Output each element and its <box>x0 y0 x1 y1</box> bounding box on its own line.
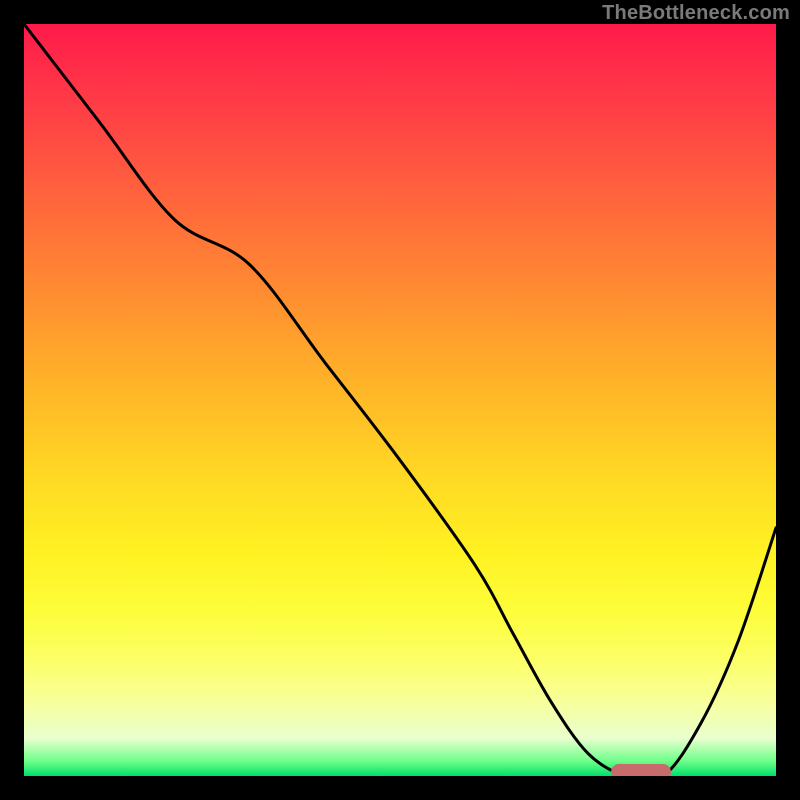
plot-area <box>24 24 776 776</box>
bottleneck-curve <box>24 24 776 776</box>
chart-frame: TheBottleneck.com <box>0 0 800 800</box>
curve-path <box>24 24 776 776</box>
watermark-text: TheBottleneck.com <box>602 2 790 25</box>
current-config-marker <box>611 764 671 776</box>
